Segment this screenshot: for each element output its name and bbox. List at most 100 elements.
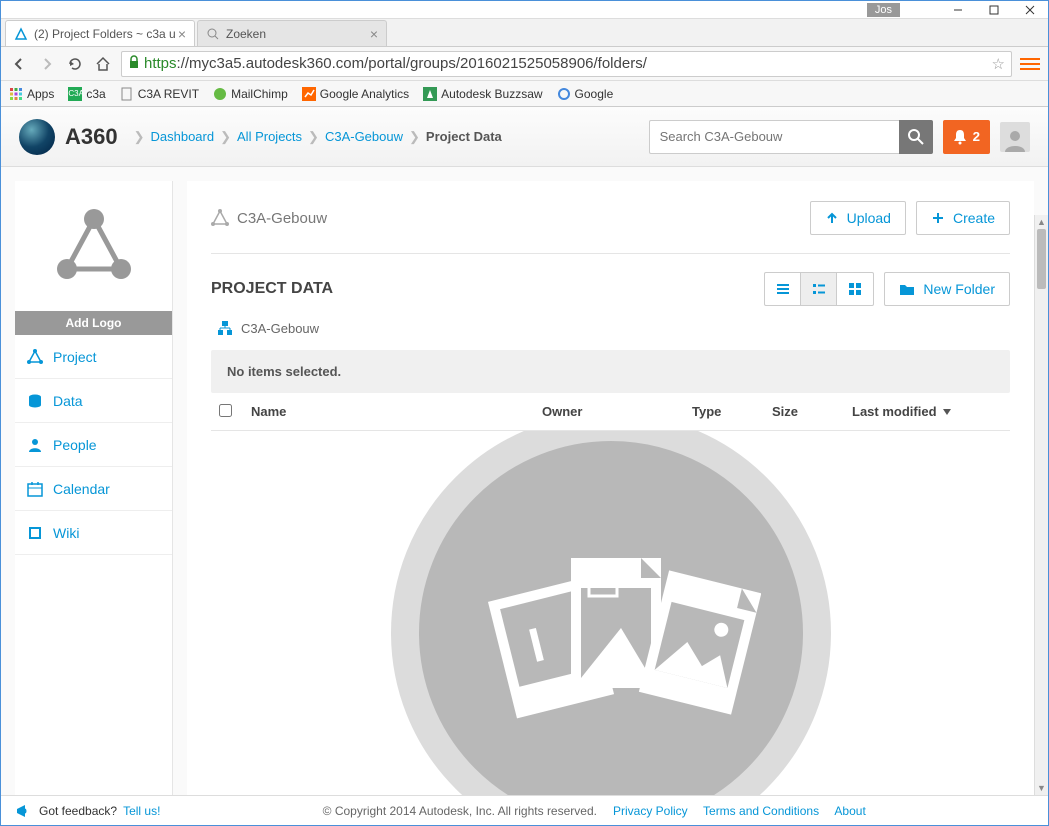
reload-button[interactable]	[65, 54, 85, 74]
bookmark-item[interactable]: Google	[557, 87, 614, 101]
breadcrumb: ❯ Dashboard ❯ All Projects ❯ C3A-Gebouw …	[134, 129, 502, 145]
app-brand: A360	[65, 124, 118, 150]
column-owner[interactable]: Owner	[542, 404, 692, 419]
google-icon	[557, 87, 571, 101]
select-all-checkbox[interactable]	[219, 404, 232, 417]
folder-path[interactable]: C3A-Gebouw	[211, 320, 1010, 336]
browser-tab-inactive[interactable]: Zoeken ×	[197, 20, 387, 46]
file-icon	[120, 87, 134, 101]
vertical-scrollbar[interactable]: ▲ ▼	[1034, 215, 1048, 795]
bookmark-label: MailChimp	[231, 87, 288, 101]
notification-count: 2	[973, 129, 980, 144]
bookmark-label: Google	[575, 87, 614, 101]
home-button[interactable]	[93, 54, 113, 74]
terms-link[interactable]: Terms and Conditions	[703, 804, 819, 818]
bookmark-item[interactable]: Google Analytics	[302, 87, 409, 101]
scroll-up-arrow[interactable]: ▲	[1035, 215, 1048, 229]
close-button[interactable]	[1012, 1, 1048, 18]
upload-button[interactable]: Upload	[810, 201, 906, 235]
sidebar-item-project[interactable]: Project	[15, 335, 172, 379]
sidebar-item-label: Data	[53, 393, 83, 409]
notifications-button[interactable]: 2	[943, 120, 990, 154]
project-logo-placeholder	[15, 181, 172, 311]
tell-us-link[interactable]: Tell us!	[123, 804, 160, 818]
column-size[interactable]: Size	[772, 404, 852, 419]
people-icon	[27, 437, 43, 453]
privacy-link[interactable]: Privacy Policy	[613, 804, 688, 818]
view-list-detail[interactable]	[801, 273, 837, 305]
bookmark-label: Autodesk Buzzsaw	[441, 87, 542, 101]
bookmark-item[interactable]: C3A REVIT	[120, 87, 199, 101]
chevron-right-icon: ❯	[134, 129, 145, 145]
empty-state: I	[211, 431, 1010, 795]
back-button[interactable]	[9, 54, 29, 74]
sidebar-item-data[interactable]: Data	[15, 379, 172, 423]
apps-shortcut[interactable]: Apps	[9, 87, 54, 101]
tab-title: Zoeken	[226, 27, 266, 41]
search-button[interactable]	[899, 120, 933, 154]
button-label: Upload	[847, 210, 891, 226]
tab-close-icon[interactable]: ×	[178, 26, 186, 42]
browser-tab-active[interactable]: (2) Project Folders ~ c3a u ×	[5, 20, 195, 46]
section-title: PROJECT DATA	[211, 280, 333, 298]
hamburger-menu-icon[interactable]	[1020, 58, 1040, 70]
search-input[interactable]	[649, 120, 899, 154]
project-icon	[211, 209, 229, 227]
view-toggle	[764, 272, 874, 306]
user-avatar[interactable]	[1000, 122, 1030, 152]
sidebar-item-label: Wiki	[53, 525, 79, 541]
sidebar-item-calendar[interactable]: Calendar	[15, 467, 172, 511]
sidebar: Add Logo Project Data People Calendar	[15, 181, 173, 795]
breadcrumb-all-projects[interactable]: All Projects	[237, 129, 302, 144]
browser-tabstrip: (2) Project Folders ~ c3a u × Zoeken ×	[1, 19, 1048, 47]
app-header: A360 ❯ Dashboard ❯ All Projects ❯ C3A-Ge…	[1, 107, 1048, 167]
app-area: A360 ❯ Dashboard ❯ All Projects ❯ C3A-Ge…	[1, 107, 1048, 825]
breadcrumb-project[interactable]: C3A-Gebouw	[325, 129, 403, 144]
add-logo-button[interactable]: Add Logo	[15, 311, 172, 335]
project-name: C3A-Gebouw	[237, 210, 327, 227]
chevron-right-icon: ❯	[220, 129, 231, 145]
breadcrumb-dashboard[interactable]: Dashboard	[151, 129, 215, 144]
sidebar-item-label: Project	[53, 349, 97, 365]
scrollbar-thumb[interactable]	[1037, 229, 1046, 289]
sidebar-item-people[interactable]: People	[15, 423, 172, 467]
sort-desc-icon	[943, 409, 951, 415]
empty-folder-illustration: I	[391, 431, 831, 795]
view-list-simple[interactable]	[765, 273, 801, 305]
forward-button[interactable]	[37, 54, 57, 74]
analytics-icon	[302, 87, 316, 101]
data-icon	[27, 393, 43, 409]
placeholder-triangle-icon	[49, 201, 139, 291]
scroll-down-arrow[interactable]: ▼	[1035, 781, 1048, 795]
bookmark-star-icon[interactable]: ☆	[992, 55, 1005, 73]
path-label: C3A-Gebouw	[241, 321, 319, 336]
about-link[interactable]: About	[834, 804, 865, 818]
search-icon	[907, 128, 925, 146]
bookmark-item[interactable]: MailChimp	[213, 87, 288, 101]
sidebar-item-label: Calendar	[53, 481, 110, 497]
chevron-right-icon: ❯	[308, 129, 319, 145]
column-type[interactable]: Type	[692, 404, 772, 419]
search-favicon	[206, 27, 220, 41]
bookmark-item[interactable]: C3Ac3a	[68, 87, 105, 101]
bookmark-item[interactable]: Autodesk Buzzsaw	[423, 87, 542, 101]
column-last-modified[interactable]: Last modified	[852, 404, 1002, 419]
breadcrumb-current: Project Data	[426, 129, 502, 144]
url-rest: ://myc3a5.autodesk360.com/portal/groups/…	[177, 55, 647, 72]
sidebar-item-label: People	[53, 437, 97, 453]
maximize-button[interactable]	[976, 1, 1012, 18]
tab-close-icon[interactable]: ×	[370, 26, 378, 42]
bookmark-label: Apps	[27, 87, 54, 101]
new-folder-button[interactable]: New Folder	[884, 272, 1010, 306]
sidebar-item-wiki[interactable]: Wiki	[15, 511, 172, 555]
project-icon	[27, 349, 43, 365]
mailchimp-icon	[213, 87, 227, 101]
column-name[interactable]: Name	[251, 404, 542, 419]
view-grid[interactable]	[837, 273, 873, 305]
create-button[interactable]: Create	[916, 201, 1010, 235]
autodesk-favicon	[14, 27, 28, 41]
calendar-icon	[27, 481, 43, 497]
app-footer: Got feedback? Tell us! © Copyright 2014 …	[1, 795, 1048, 825]
address-bar[interactable]: https://myc3a5.autodesk360.com/portal/gr…	[121, 51, 1012, 77]
minimize-button[interactable]	[940, 1, 976, 18]
